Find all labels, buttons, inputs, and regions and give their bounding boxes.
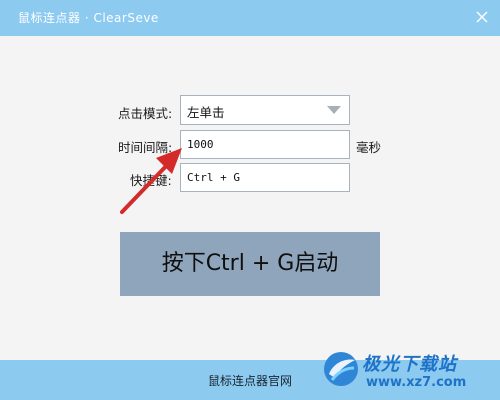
aurora-logo-icon: [324, 352, 358, 386]
click-mode-label: 点击模式:: [118, 106, 173, 121]
title-bar[interactable]: 鼠标连点器 · ClearSeve: [0, 0, 500, 36]
app-window: 鼠标连点器 · ClearSeve 点击模式: 左单击 时间间隔: 毫秒 快捷键…: [0, 0, 500, 400]
start-button[interactable]: 按下Ctrl + G启动: [120, 232, 380, 296]
click-mode-select[interactable]: 左单击: [180, 95, 350, 125]
close-icon: [476, 11, 488, 23]
click-mode-value: 左单击: [187, 105, 225, 120]
chevron-down-icon: [327, 106, 341, 114]
interval-unit: 毫秒: [356, 140, 382, 155]
annotation-arrow-icon: [120, 148, 182, 214]
close-button[interactable]: [464, 0, 500, 36]
watermark-url: www.xz7.com: [366, 375, 467, 390]
interval-input[interactable]: [180, 130, 350, 159]
watermark: 极光下载站 www.xz7.com: [322, 348, 494, 396]
watermark-brand: 极光下载站: [362, 354, 457, 375]
hotkey-input[interactable]: [180, 163, 350, 192]
window-title: 鼠标连点器 · ClearSeve: [18, 11, 159, 25]
